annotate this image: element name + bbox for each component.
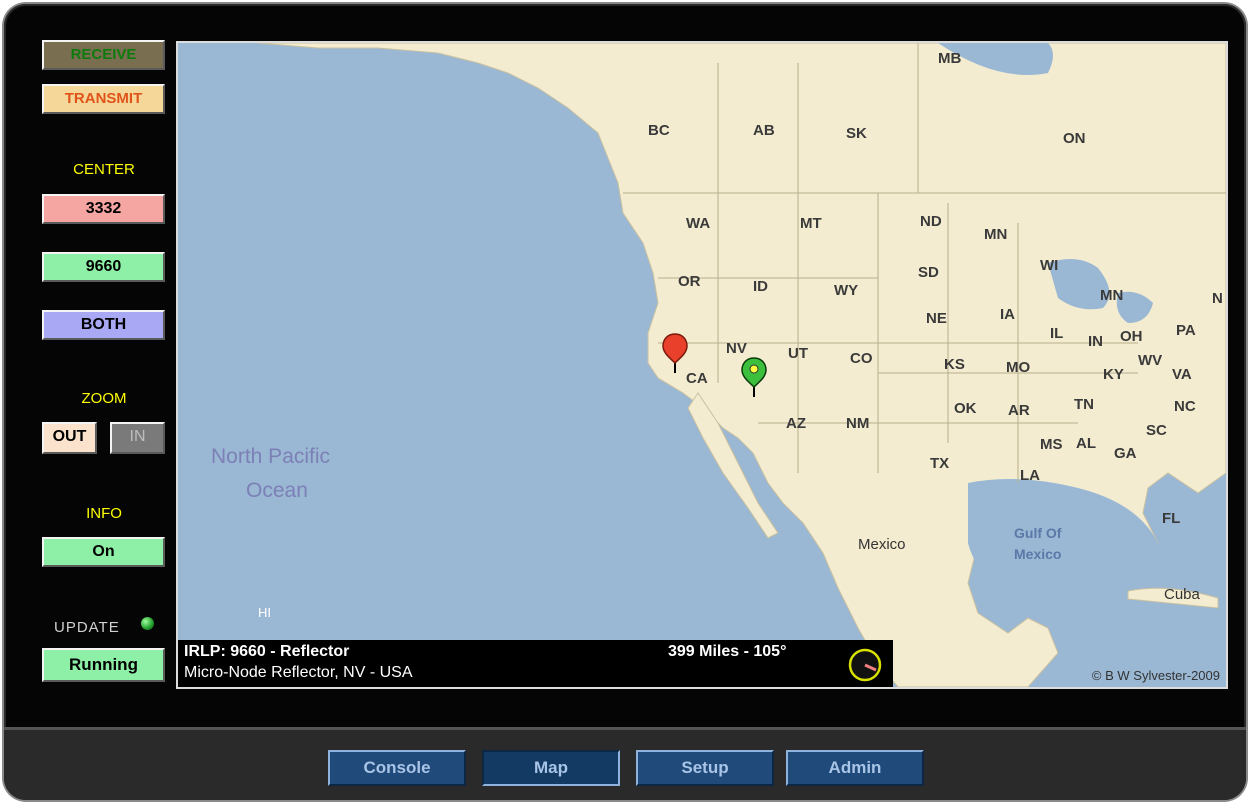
map-label-wv: WV [1138, 352, 1162, 369]
map-label-mb: MB [938, 50, 961, 67]
map-label-on: ON [1063, 130, 1086, 147]
update-status-led-icon [141, 617, 154, 630]
center-9660-button[interactable]: 9660 [42, 252, 165, 282]
map-label-nd: ND [920, 213, 942, 230]
map-label-co: CO [850, 350, 873, 367]
info-label: INFO [86, 505, 122, 522]
map-label-ab: AB [753, 122, 775, 139]
update-running-button[interactable]: Running [42, 648, 165, 682]
map-copyright: © B W Sylvester-2009 [1091, 668, 1220, 683]
map-label-la: LA [1020, 467, 1040, 484]
node-info-distance: 399 Miles - 105° [668, 643, 787, 660]
map-label-ar: AR [1008, 402, 1030, 419]
map-label-fl: FL [1162, 510, 1180, 527]
map-label-gulf-line1: Gulf Of [1014, 525, 1062, 541]
red-map-pin-icon[interactable] [662, 333, 688, 375]
map-label-al: AL [1076, 435, 1096, 452]
map-label-or: OR [678, 273, 701, 290]
map-label-tn: TN [1074, 396, 1094, 413]
map-label-ne: NE [926, 310, 947, 327]
center-3332-button[interactable]: 3332 [42, 194, 165, 224]
map-view[interactable]: MB BC AB SK ON WA MT ND MN WI OR ID WY S… [176, 41, 1228, 689]
transmit-button[interactable]: TRANSMIT [42, 84, 165, 114]
map-label-ia: IA [1000, 306, 1015, 323]
map-label-gulf-line2: Mexico [1014, 546, 1061, 562]
map-label-oh: OH [1120, 328, 1143, 345]
node-info-panel: IRLP: 9660 - Reflector Micro-Node Reflec… [178, 640, 893, 687]
map-label-id: ID [753, 278, 768, 295]
map-label-ny: N [1212, 290, 1223, 307]
map-label-sc: SC [1146, 422, 1167, 439]
center-label: CENTER [73, 161, 135, 178]
map-label-wi: WI [1040, 257, 1058, 274]
nav-admin-button[interactable]: Admin [786, 750, 924, 786]
map-label-mo: MO [1006, 359, 1030, 376]
app-frame: RECEIVE TRANSMIT CENTER 3332 9660 BOTH Z… [4, 4, 1246, 800]
ocean-label-line2: Ocean [246, 479, 308, 502]
nav-map-button[interactable]: Map [482, 750, 620, 786]
receive-button[interactable]: RECEIVE [42, 40, 165, 70]
map-label-mt: MT [800, 215, 822, 232]
green-map-pin-icon[interactable] [741, 357, 767, 399]
map-label-ca: CA [686, 370, 708, 387]
map-label-sd: SD [918, 264, 939, 281]
map-label-mi: MN [1100, 287, 1123, 304]
map-label-tx: TX [930, 455, 949, 472]
map-label-wy: WY [834, 282, 858, 299]
map-label-ok: OK [954, 400, 977, 417]
map-label-nm: NM [846, 415, 869, 432]
map-label-cuba: Cuba [1164, 586, 1201, 603]
map-label-az: AZ [786, 415, 806, 432]
map-label-sk: SK [846, 125, 867, 142]
map-canvas: MB BC AB SK ON WA MT ND MN WI OR ID WY S… [178, 43, 1226, 687]
map-label-ks: KS [944, 356, 965, 373]
map-label-wa: WA [686, 215, 710, 232]
map-label-hi: HI [258, 605, 271, 620]
map-label-mexico: Mexico [858, 536, 906, 553]
map-label-ky: KY [1103, 366, 1124, 383]
compass-icon [848, 648, 882, 682]
nav-console-button[interactable]: Console [328, 750, 466, 786]
zoom-in-button[interactable]: IN [110, 422, 165, 454]
map-label-ms: MS [1040, 436, 1063, 453]
map-label-mn: MN [984, 226, 1007, 243]
update-label: UPDATE [54, 619, 120, 636]
node-info-title: IRLP: 9660 - Reflector [184, 643, 350, 660]
zoom-label: ZOOM [81, 390, 127, 407]
ocean-label-line1: North Pacific [211, 445, 330, 468]
bottom-nav-bar: Console Map Setup Admin [4, 727, 1246, 800]
center-both-button[interactable]: BOTH [42, 310, 165, 340]
nav-setup-button[interactable]: Setup [636, 750, 774, 786]
map-label-in: IN [1088, 333, 1103, 350]
map-label-il: IL [1050, 325, 1063, 342]
zoom-out-button[interactable]: OUT [42, 422, 97, 454]
map-label-nc: NC [1174, 398, 1196, 415]
info-toggle-button[interactable]: On [42, 537, 165, 567]
map-label-ga: GA [1114, 445, 1137, 462]
map-label-nv: NV [726, 340, 747, 357]
map-label-pa: PA [1176, 322, 1196, 339]
map-label-va: VA [1172, 366, 1192, 383]
map-label-ut: UT [788, 345, 808, 362]
map-label-bc: BC [648, 122, 670, 139]
node-info-location: Micro-Node Reflector, NV - USA [184, 664, 413, 681]
